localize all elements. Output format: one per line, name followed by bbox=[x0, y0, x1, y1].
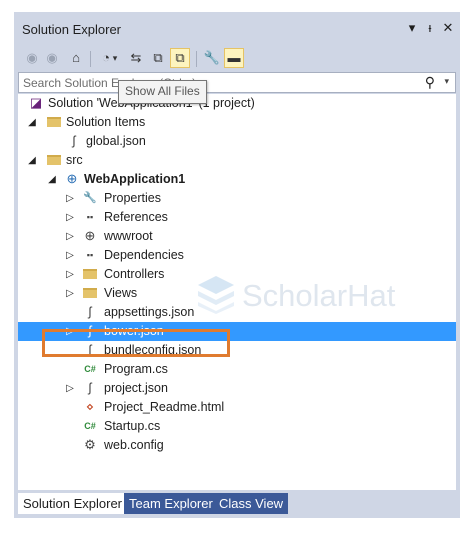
json-file-icon: ʃ bbox=[72, 133, 76, 148]
search-options-dropdown-icon[interactable]: ▾ bbox=[444, 76, 449, 87]
solution-tree: ◪ Solution 'WebApplication1' (1 project)… bbox=[18, 94, 456, 490]
tooltip: Show All Files bbox=[118, 80, 207, 104]
tree-item-label: Views bbox=[104, 286, 138, 300]
tree-item[interactable]: ▷ 🔧 Properties bbox=[18, 189, 456, 208]
toolbar: ◉ ◉ ⌂ ◔ ▾ ⇆ ⧉ ⧉ 🔧 ▬ bbox=[14, 45, 460, 72]
json-file-icon: ʃ bbox=[88, 304, 92, 319]
expand-closed-icon[interactable]: ▷ bbox=[64, 248, 76, 263]
tree-item-label: References bbox=[104, 210, 168, 224]
search-icon[interactable]: ⚲ bbox=[425, 74, 435, 91]
window-position-dropdown-icon[interactable]: ▾ bbox=[404, 20, 420, 36]
tree-item-label: Dependencies bbox=[104, 248, 184, 262]
tree-item[interactable]: ▷ ▪▪ References bbox=[18, 208, 456, 227]
toolbar-separator bbox=[90, 51, 91, 67]
config-file-icon: ⚙ bbox=[84, 437, 96, 452]
search-input[interactable] bbox=[23, 74, 403, 91]
expand-closed-icon[interactable]: ▷ bbox=[64, 267, 76, 282]
expand-open-icon[interactable]: ◢ bbox=[26, 115, 38, 130]
html-file-icon: ⋄ bbox=[85, 399, 95, 414]
back-icon[interactable]: ◉ bbox=[22, 48, 42, 68]
tree-item-label: Solution Items bbox=[66, 115, 146, 129]
tab-solution-explorer[interactable]: Solution Explorer bbox=[18, 493, 127, 514]
close-icon[interactable]: ✕ bbox=[440, 20, 456, 36]
toolbar-separator bbox=[196, 51, 197, 67]
solution-icon: ◪ bbox=[29, 95, 43, 110]
pin-icon[interactable]: ᵻ bbox=[422, 20, 438, 36]
tree-item-label: Startup.cs bbox=[104, 419, 161, 433]
tree-item-label: global.json bbox=[86, 134, 146, 148]
tree-item-label: src bbox=[66, 153, 83, 167]
tree-item[interactable]: ▷ Controllers bbox=[18, 265, 456, 284]
web-project-icon: ⊕ bbox=[66, 171, 78, 186]
expand-closed-icon[interactable]: ▷ bbox=[64, 210, 76, 225]
search-box: ⚲ ▾ bbox=[18, 72, 456, 93]
tree-item[interactable]: ⋄ Project_Readme.html bbox=[18, 398, 456, 417]
globe-icon: ⊕ bbox=[84, 228, 96, 243]
tree-item[interactable]: ▷ Views bbox=[18, 284, 456, 303]
expand-closed-icon[interactable]: ▷ bbox=[64, 229, 76, 244]
home-icon[interactable]: ⌂ bbox=[66, 48, 86, 68]
csharp-file-icon: C# bbox=[84, 421, 96, 431]
folder-icon bbox=[82, 285, 98, 301]
folder-icon bbox=[46, 152, 62, 168]
tree-item[interactable]: C# Program.cs bbox=[18, 360, 456, 379]
tree-item[interactable]: ⚙ web.config bbox=[18, 436, 456, 455]
tree-item[interactable]: ◢ src bbox=[18, 151, 456, 170]
tree-item[interactable]: ʃ appsettings.json bbox=[18, 303, 456, 322]
panel-title: Solution Explorer bbox=[22, 22, 121, 37]
wrench-icon: 🔧 bbox=[83, 192, 97, 204]
references-icon: ▪▪ bbox=[86, 212, 94, 222]
forward-icon[interactable]: ◉ bbox=[42, 48, 62, 68]
bottom-tab-strip: Solution Explorer Team Explorer Class Vi… bbox=[14, 490, 460, 518]
preview-icon[interactable]: ▬ bbox=[224, 48, 244, 68]
tree-item[interactable]: ʃ global.json bbox=[18, 132, 456, 151]
tree-item-label: project.json bbox=[104, 381, 168, 395]
properties-icon[interactable]: 🔧 bbox=[202, 48, 222, 68]
tree-item[interactable]: ◢ ⊕ WebApplication1 bbox=[18, 170, 456, 189]
tree-item-label: appsettings.json bbox=[104, 305, 195, 319]
tree-item-label: Project_Readme.html bbox=[104, 400, 225, 414]
solution-explorer-panel: Solution Explorer ▾ ᵻ ✕ ◉ ◉ ⌂ ◔ ▾ ⇆ ⧉ ⧉ … bbox=[14, 12, 460, 518]
tree-item-label: Controllers bbox=[104, 267, 165, 281]
expand-closed-icon[interactable]: ▷ bbox=[64, 286, 76, 301]
history-dropdown-icon[interactable]: ▾ bbox=[110, 48, 120, 68]
json-file-icon: ʃ bbox=[88, 380, 92, 395]
folder-icon bbox=[46, 114, 62, 130]
tree-item-label: Program.cs bbox=[104, 362, 168, 376]
tree-item[interactable]: ▷ ⊕ wwwroot bbox=[18, 227, 456, 246]
tab-team-explorer[interactable]: Team Explorer bbox=[124, 493, 218, 514]
title-bar: Solution Explorer ▾ ᵻ ✕ bbox=[14, 12, 460, 45]
tree-item[interactable]: ▷ ▪▪ Dependencies bbox=[18, 246, 456, 265]
tree-item-label: web.config bbox=[104, 438, 164, 452]
collapse-all-icon[interactable]: ⧉ bbox=[148, 48, 168, 68]
annotation-highlight-box bbox=[42, 329, 230, 357]
show-all-files-icon[interactable]: ⧉ bbox=[170, 48, 190, 68]
tree-item-label: wwwroot bbox=[104, 229, 153, 243]
expand-closed-icon[interactable]: ▷ bbox=[64, 381, 76, 396]
tab-class-view[interactable]: Class View bbox=[214, 493, 289, 514]
folder-icon bbox=[82, 266, 98, 282]
tree-item[interactable]: ▷ ʃ project.json bbox=[18, 379, 456, 398]
tree-item[interactable]: C# Startup.cs bbox=[18, 417, 456, 436]
tree-item[interactable]: ◢ Solution Items bbox=[18, 113, 456, 132]
expand-open-icon[interactable]: ◢ bbox=[46, 172, 58, 187]
csharp-file-icon: C# bbox=[84, 364, 96, 374]
expand-closed-icon[interactable]: ▷ bbox=[64, 191, 76, 206]
tree-item-label: WebApplication1 bbox=[84, 172, 186, 186]
tree-item-label: Properties bbox=[104, 191, 161, 205]
expand-open-icon[interactable]: ◢ bbox=[26, 153, 38, 168]
tree-item[interactable]: ◪ Solution 'WebApplication1' (1 project) bbox=[18, 94, 456, 113]
sync-icon[interactable]: ⇆ bbox=[126, 48, 146, 68]
dependencies-icon: ▪▪ bbox=[86, 250, 94, 260]
